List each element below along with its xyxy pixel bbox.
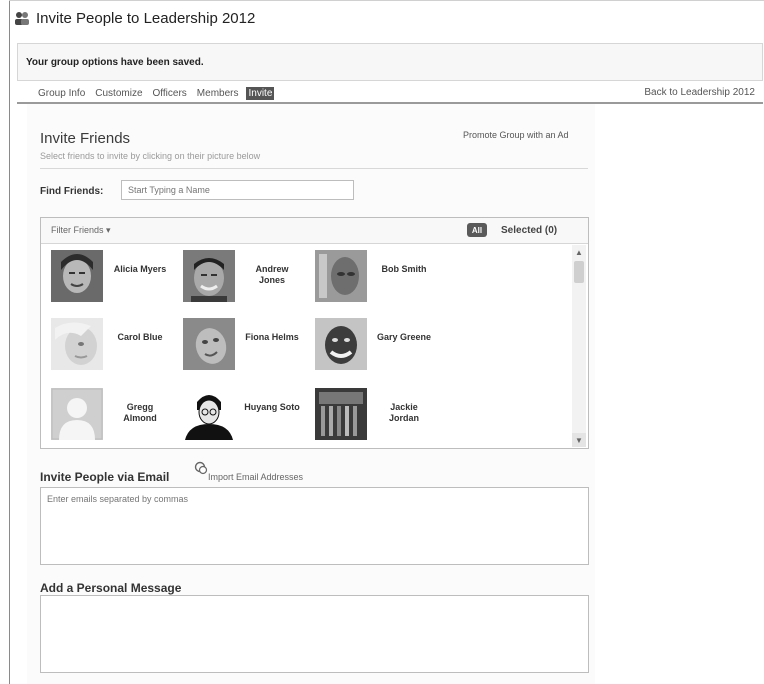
filter-friends-dropdown[interactable]: Filter Friends ▾ [51, 225, 111, 236]
friend-photo [51, 250, 103, 302]
friends-scrollbar[interactable]: ▲ ▼ [572, 245, 586, 447]
scroll-thumb[interactable] [574, 261, 584, 283]
friend-tile-huyang-soto[interactable]: Huyang Soto [183, 388, 308, 446]
tab-customize[interactable]: Customize [93, 87, 144, 100]
personal-message-heading: Add a Personal Message [40, 581, 182, 595]
invite-email-heading: Invite People via Email [40, 470, 170, 484]
find-friends-label: Find Friends: [40, 186, 104, 197]
friend-name: Jackie Jordan [388, 402, 419, 423]
tab-invite[interactable]: Invite [246, 86, 275, 100]
friend-name: Gary Greene [376, 332, 432, 342]
friend-tile-carol-blue[interactable]: Carol Blue [51, 318, 176, 376]
personal-message-field[interactable] [40, 595, 589, 673]
friend-name: Huyang Soto [244, 402, 300, 412]
selected-count-link[interactable]: Selected (0) [501, 225, 557, 236]
window-top-border [9, 0, 764, 1]
page-header: Invite People to Leadership 2012 [14, 6, 255, 30]
friend-name: Alicia Myers [113, 264, 167, 274]
email-addresses-field[interactable] [40, 487, 589, 565]
friend-tile-jackie-jordan[interactable]: Jackie Jordan [315, 388, 440, 446]
friend-photo [183, 318, 235, 370]
saved-notice: Your group options have been saved. [17, 43, 763, 81]
scroll-up-icon[interactable]: ▲ [572, 245, 586, 259]
tab-group-info[interactable]: Group Info [36, 87, 87, 100]
page-title: Invite People to Leadership 2012 [36, 9, 256, 27]
friend-tile-gregg-almond[interactable]: Gregg Almond [51, 388, 176, 446]
friend-name: Carol Blue [117, 332, 163, 342]
friend-tile-gary-greene[interactable]: Gary Greene [315, 318, 440, 376]
friend-name: Andrew Jones [255, 264, 289, 285]
friend-photo [51, 318, 103, 370]
invite-friends-subtitle: Select friends to invite by clicking on … [40, 151, 261, 161]
friend-tile-bob-smith[interactable]: Bob Smith [315, 250, 440, 308]
group-tabs: Group Info Customize Officers Members In… [17, 84, 763, 104]
import-contacts-icon[interactable] [194, 461, 208, 475]
friend-photo [315, 318, 367, 370]
all-filter-button[interactable]: All [467, 223, 487, 237]
friend-name: Gregg Almond [123, 402, 157, 423]
friend-tile-fiona-helms[interactable]: Fiona Helms [183, 318, 308, 376]
friend-tile-andrew-jones[interactable]: Andrew Jones [183, 250, 308, 308]
import-email-addresses-link[interactable]: Import Email Addresses [208, 472, 303, 482]
friend-name: Bob Smith [381, 264, 427, 274]
friend-selector-header: Filter Friends ▾ All Selected (0) [41, 218, 588, 244]
promote-group-link[interactable]: Promote Group with an Ad [463, 130, 569, 140]
tab-members[interactable]: Members [195, 87, 241, 100]
friend-selector: Filter Friends ▾ All Selected (0) Alicia… [40, 217, 589, 449]
content-area: Invite Friends Select friends to invite … [17, 104, 763, 684]
divider [40, 168, 588, 169]
find-friends-input[interactable] [121, 180, 354, 200]
invite-friends-heading: Invite Friends [40, 130, 131, 147]
scroll-down-icon[interactable]: ▼ [572, 433, 586, 447]
friend-name: Fiona Helms [245, 332, 299, 342]
back-to-group-link[interactable]: Back to Leadership 2012 [644, 87, 755, 98]
invite-panel: Invite Friends Select friends to invite … [27, 104, 595, 684]
friend-tile-alicia-myers[interactable]: Alicia Myers [51, 250, 176, 308]
window-left-border [9, 0, 10, 684]
friend-photo [315, 388, 367, 440]
tab-officers[interactable]: Officers [151, 87, 189, 100]
friend-photo [315, 250, 367, 302]
people-icon [14, 11, 30, 25]
friends-grid: Alicia Myers Andrew Jones Bob Smith Caro… [41, 244, 573, 448]
friend-photo [183, 250, 235, 302]
friend-photo [51, 388, 103, 440]
friend-photo [183, 388, 235, 440]
